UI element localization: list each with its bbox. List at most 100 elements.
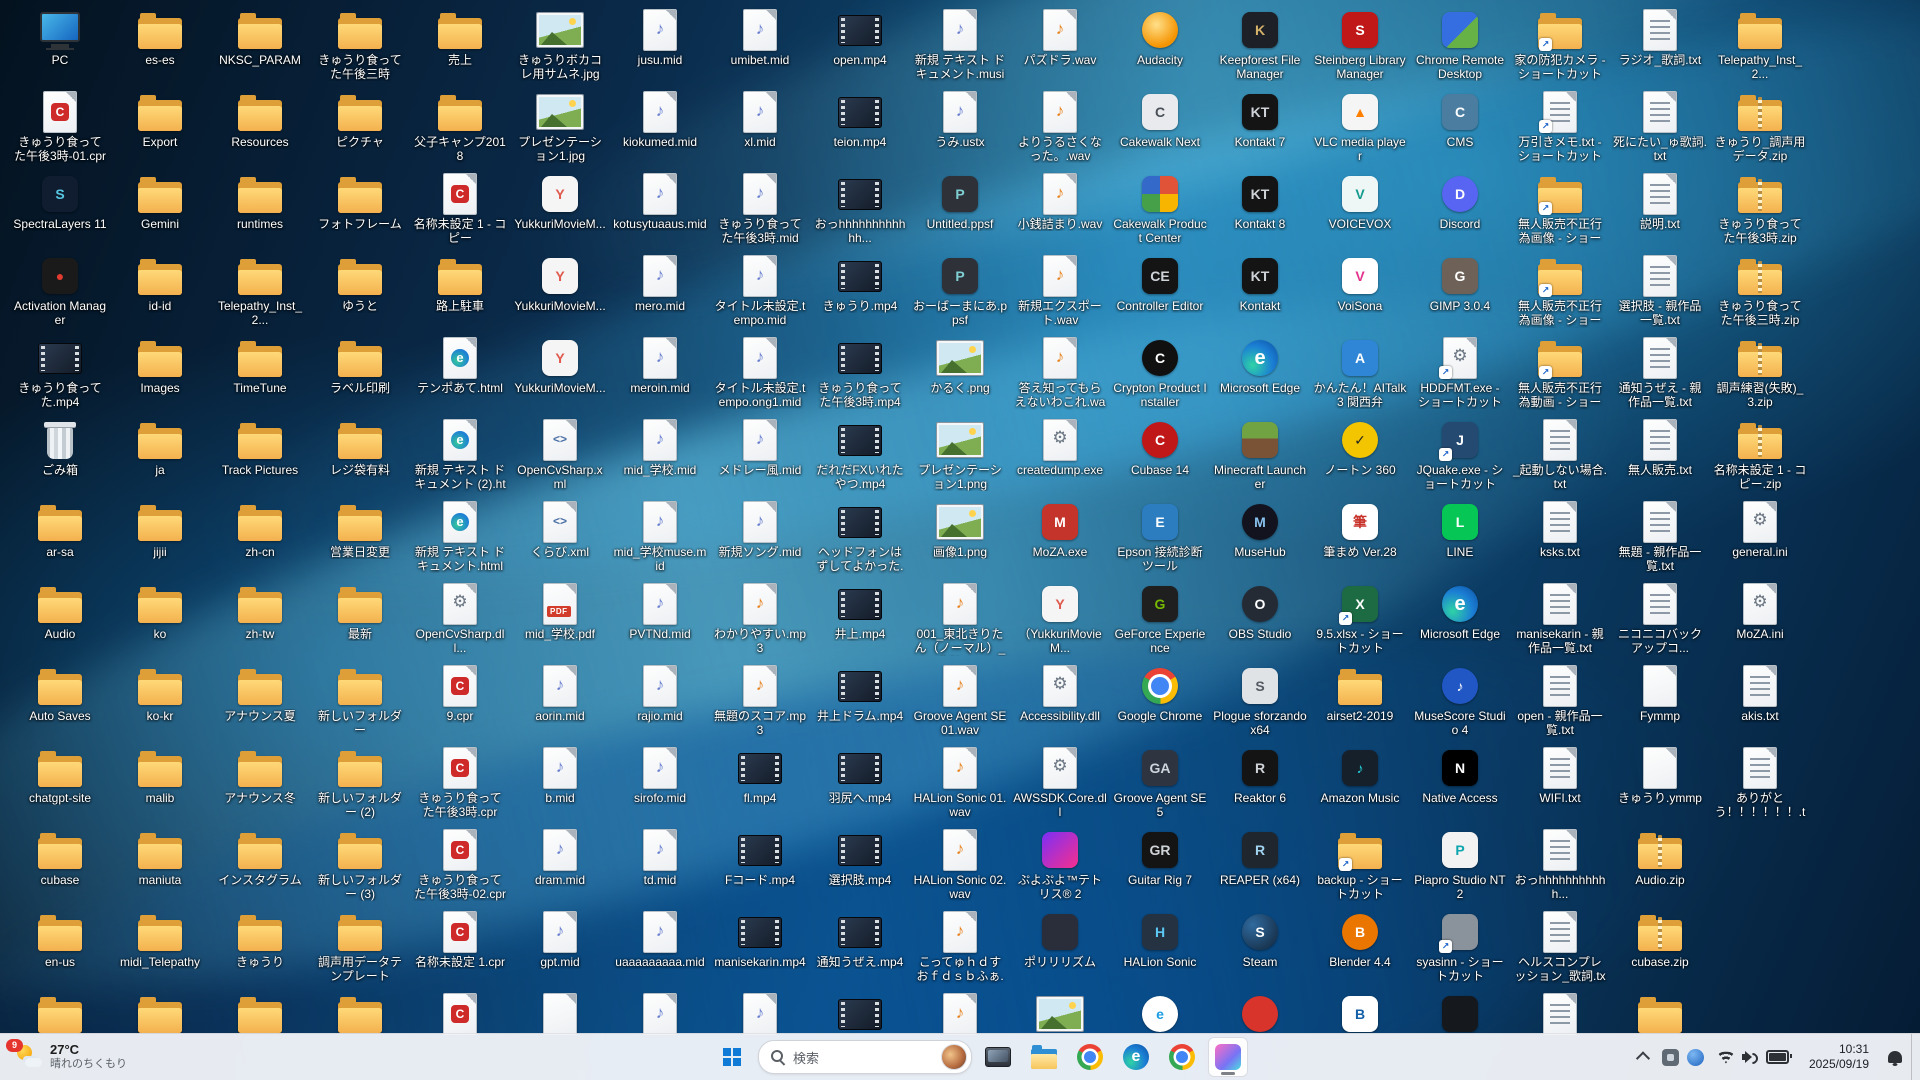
desktop-icon[interactable]: アナウンス冬 [210,746,310,826]
desktop-icon[interactable]: 万引きメモ.txt - ショートカット [1510,90,1610,170]
desktop-icon[interactable]: わかりやすい.mp3 [710,582,810,662]
desktop-icon[interactable]: NNative Access [1410,746,1510,826]
desktop-icon[interactable]: 001_東北きりたん（ノーマル）_今じゃ... [910,582,1010,662]
desktop-icon[interactable]: きゅうり [210,910,310,990]
desktop-icon[interactable]: 説明.txt [1610,172,1710,252]
desktop-icon[interactable]: ごみ箱 [10,418,110,498]
desktop-icon[interactable]: 小銭詰まり.wav [1010,172,1110,252]
desktop-icon[interactable]: 筆筆まめ Ver.28 [1310,500,1410,580]
desktop-icon[interactable]: 9.cpr [410,664,510,744]
desktop-icon[interactable]: 新規エクスポート.wav [1010,254,1110,334]
taskbar-app-chrome[interactable] [1070,1037,1110,1077]
desktop-icon[interactable]: Audio [10,582,110,662]
desktop-icon[interactable]: きゅうり食ってた午後3時-02.cpr [410,828,510,908]
taskbar-app-file-explorer[interactable] [1024,1037,1064,1077]
desktop-icon[interactable]: きゅうり食ってた午後3時.zip [1710,172,1810,252]
desktop-icon[interactable]: OpenCvSharp.xml [510,418,610,498]
desktop-icon[interactable]: レジ袋有料 [310,418,410,498]
desktop-icon[interactable]: dram.mid [510,828,610,908]
desktop-icon[interactable]: 名称未設定 1 - コピー [410,172,510,252]
desktop-icon[interactable]: CCakewalk Next [1110,90,1210,170]
desktop-icon[interactable]: きゅうり食ってた午後3時.cpr [410,746,510,826]
desktop-icon[interactable]: ko-kr [110,664,210,744]
desktop-icon[interactable]: manisekarin - 親作品一覧.txt [1510,582,1610,662]
desktop-icon[interactable]: SSteinberg Library Manager [1310,8,1410,88]
desktop-icon[interactable]: きゅうりボカコレ用サムネ.jpg [510,8,610,88]
desktop-icon[interactable]: きゅうり食ってた.mp4 [10,336,110,416]
desktop-icon[interactable]: Images [110,336,210,416]
desktop-icon[interactable]: Fymmp [1610,664,1710,744]
desktop-icon[interactable]: プレゼンテーション1.jpg [510,90,610,170]
desktop-icon[interactable]: umibet.mid [710,8,810,88]
desktop-icon[interactable]: 新規 テキスト ドキュメント (2).html [410,418,510,498]
desktop-icon[interactable]: きゅうり.mp4 [810,254,910,334]
desktop-icon[interactable]: きゅうり食ってた午後三時 [310,8,410,88]
desktop-icon[interactable]: es-es [110,8,210,88]
desktop-icon[interactable]: VVoiSona [1310,254,1410,334]
desktop-icon[interactable]: SPlogue sforzando x64 [1210,664,1310,744]
desktop-icon[interactable]: gpt.mid [510,910,610,990]
desktop-icon[interactable]: GRGuitar Rig 7 [1110,828,1210,908]
desktop-icon[interactable]: Audacity [1110,8,1210,88]
desktop-icon[interactable]: teion.mp4 [810,90,910,170]
desktop-icon[interactable]: おっhhhhhhhhhhh... [1510,828,1610,908]
desktop-icon[interactable]: TimeTune [210,336,310,416]
desktop-icon[interactable]: ●Activation Manager [10,254,110,334]
desktop-icon[interactable]: 営業日変更 [310,500,410,580]
desktop-icon[interactable]: GGeForce Experience [1110,582,1210,662]
desktop-icon[interactable]: ksks.txt [1510,500,1610,580]
desktop-icon[interactable]: プレゼンテーション1.png [910,418,1010,498]
desktop-icon[interactable]: 父子キャンプ2018 [410,90,510,170]
desktop-icon[interactable]: パズドラ.wav [1010,8,1110,88]
desktop-icon[interactable]: cubase [10,828,110,908]
weather-widget[interactable]: 9 27°C 晴れのちくもり [0,1034,141,1080]
desktop-icon[interactable]: Aかんたん！AITalk 3 関西弁 [1310,336,1410,416]
desktop-icon[interactable]: Cakewalk Product Center [1110,172,1210,252]
desktop-icon[interactable]: JJQuake.exe - ショートカット [1410,418,1510,498]
desktop-icon[interactable]: うみ.ustx [910,90,1010,170]
desktop-icon[interactable]: PUntitled.ppsf [910,172,1010,252]
desktop-icon[interactable]: YYukkuriMovieM... [510,254,610,334]
search-daily-image[interactable] [941,1044,967,1070]
tray-app-icon-1[interactable] [1662,1049,1679,1066]
desktop-icon[interactable]: airset2-2019 [1310,664,1410,744]
desktop-icon[interactable]: maniuta [110,828,210,908]
desktop-icon[interactable]: きゅうり食ってた午後3時.mp4 [810,336,910,416]
desktop-icon[interactable]: 名称未設定 1.cpr [410,910,510,990]
show-desktop-button[interactable] [1911,1034,1918,1080]
desktop-icon[interactable]: NKSC_PARAM [210,8,310,88]
desktop-icon[interactable]: ♪Amazon Music [1310,746,1410,826]
desktop-icon[interactable]: よりうるさくなった。.wav [1010,90,1110,170]
desktop-icon[interactable]: フォトフレーム [310,172,410,252]
desktop-icon[interactable]: td.mid [610,828,710,908]
desktop-icon[interactable]: YYukkuriMovieM... [510,336,610,416]
desktop-icon[interactable]: きゅうり_調声用データ.zip [1710,90,1810,170]
desktop-icon[interactable]: Audio.zip [1610,828,1710,908]
search-box[interactable]: 検索 [758,1040,972,1074]
desktop-icon[interactable]: 選択肢.mp4 [810,828,910,908]
desktop-icon[interactable]: Telepathy_Inst_2... [210,254,310,334]
desktop-icon[interactable]: KKeepforest File Manager [1210,8,1310,88]
desktop-icon[interactable]: 井上.mp4 [810,582,910,662]
desktop-icon[interactable]: SSpectraLayers 11 [10,172,110,252]
desktop-icon[interactable]: aorin.mid [510,664,610,744]
desktop-icon[interactable]: general.ini [1710,500,1810,580]
desktop-icon[interactable]: 路上駐車 [410,254,510,334]
desktop-icon[interactable]: 通知うぜえ - 親作品一覧.txt [1610,336,1710,416]
desktop-icon[interactable]: malib [110,746,210,826]
taskbar-app-desktop-window[interactable] [978,1037,1018,1077]
desktop-icon[interactable]: MMuseHub [1210,500,1310,580]
desktop-icon[interactable]: xl.mid [710,90,810,170]
desktop-icon[interactable]: jijii [110,500,210,580]
desktop-icon[interactable]: ✓ノートン 360 [1310,418,1410,498]
system-tray-quick-settings[interactable] [1709,1037,1797,1077]
desktop-icon[interactable]: きゅうり.ymmp [1610,746,1710,826]
desktop-icon[interactable]: ヘルスコンプレッション_歌詞.txt [1510,910,1610,990]
desktop-icon[interactable]: PVTNd.mid [610,582,710,662]
desktop-icon[interactable]: zh-cn [210,500,310,580]
desktop-icon[interactable]: HDDFMT.exe - ショートカット [1410,336,1510,416]
desktop-icon[interactable]: OpenCvSharp.dll... [410,582,510,662]
desktop-icon[interactable]: 家の防犯カメラ - ショートカット [1510,8,1610,88]
desktop-icon[interactable]: Fコード.mp4 [710,828,810,908]
start-button[interactable] [712,1037,752,1077]
